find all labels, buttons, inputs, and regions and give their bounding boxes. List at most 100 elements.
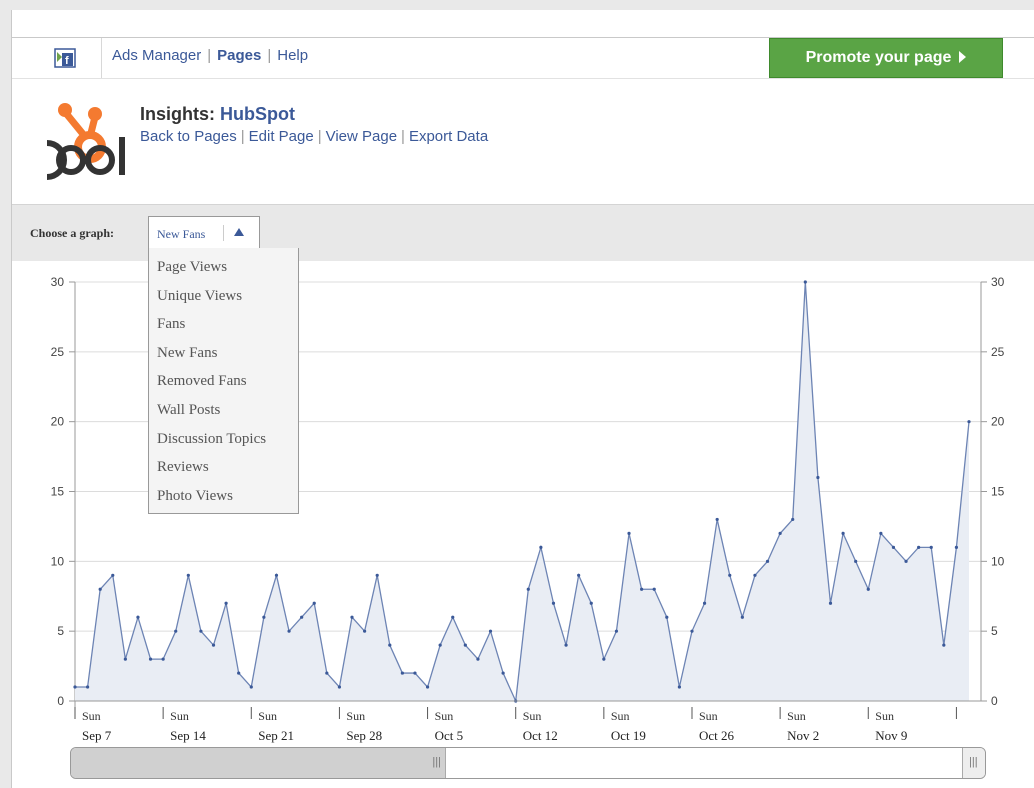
play-arrow-icon xyxy=(959,50,967,63)
data-point xyxy=(287,629,291,633)
graph-option[interactable]: Photo Views xyxy=(157,488,233,505)
date-range-scrollbar[interactable]: ||| ||| xyxy=(70,747,986,779)
data-point xyxy=(161,657,165,661)
triangle-up-icon[interactable] xyxy=(234,228,244,236)
graph-option[interactable]: Wall Posts xyxy=(157,402,220,419)
x-tick-day: Sun xyxy=(875,709,894,723)
graph-option[interactable]: Page Views xyxy=(157,259,227,276)
data-point xyxy=(753,573,757,577)
y-tick-label: 25 xyxy=(51,345,65,359)
y-tick-label-right: 15 xyxy=(991,485,1005,499)
data-point xyxy=(211,643,216,647)
data-point xyxy=(589,601,593,605)
data-point xyxy=(765,559,770,563)
data-point xyxy=(526,587,530,591)
data-point xyxy=(425,685,430,689)
data-point xyxy=(577,573,581,577)
data-point xyxy=(866,587,870,591)
data-point xyxy=(98,587,102,591)
data-point xyxy=(539,545,543,549)
data-point xyxy=(929,545,933,549)
data-point xyxy=(312,601,316,605)
page-logo[interactable] xyxy=(45,97,127,180)
data-point xyxy=(136,615,140,619)
nav-links: Ads Manager | Pages | Help xyxy=(112,47,309,64)
data-point xyxy=(702,601,707,605)
data-point xyxy=(413,671,417,675)
graph-dropdown-value: New Fans xyxy=(157,227,206,241)
y-tick-label-right: 0 xyxy=(991,694,998,708)
scroll-right-handle[interactable]: ||| xyxy=(962,748,985,778)
scroll-grip-icon[interactable]: ||| xyxy=(969,756,978,768)
data-point xyxy=(614,629,619,633)
data-point xyxy=(652,587,656,591)
data-point xyxy=(85,685,90,689)
y-tick-label: 20 xyxy=(51,415,65,429)
data-point xyxy=(551,601,556,605)
view-page-link[interactable]: View Page xyxy=(326,128,397,145)
x-tick-day: Sun xyxy=(611,709,630,723)
data-point xyxy=(186,573,190,577)
page-name-link[interactable]: HubSpot xyxy=(220,104,295,124)
insights-title: Insights: HubSpot xyxy=(140,104,295,125)
graph-option[interactable]: Discussion Topics xyxy=(157,431,266,448)
data-point xyxy=(715,517,719,522)
data-point xyxy=(501,671,505,675)
scroll-grip-icon[interactable]: ||| xyxy=(432,756,441,768)
x-tick-day: Sun xyxy=(435,709,454,723)
data-point xyxy=(463,643,467,647)
data-point xyxy=(148,657,153,661)
help-link[interactable]: Help xyxy=(277,47,308,64)
data-point xyxy=(954,545,959,549)
edit-page-link[interactable]: Edit Page xyxy=(249,128,314,145)
y-tick-label-right: 25 xyxy=(991,345,1005,359)
data-point xyxy=(224,601,228,605)
data-point xyxy=(967,420,971,424)
x-tick-date: Sep 21 xyxy=(258,728,294,743)
data-point xyxy=(677,685,681,689)
graph-option[interactable]: Removed Fans xyxy=(157,373,247,390)
data-point xyxy=(854,559,858,563)
data-point xyxy=(803,280,807,284)
data-point xyxy=(627,531,631,536)
graph-option[interactable]: Fans xyxy=(157,316,185,333)
data-point xyxy=(690,629,694,633)
data-point xyxy=(942,643,946,647)
data-point xyxy=(476,657,480,661)
ads-manager-link[interactable]: Ads Manager xyxy=(112,47,201,64)
window-top-strip xyxy=(0,0,1034,10)
x-tick-date: Nov 2 xyxy=(787,728,819,743)
data-point xyxy=(388,643,392,647)
data-point xyxy=(237,671,241,675)
y-tick-label: 15 xyxy=(51,485,65,499)
x-tick-date: Nov 9 xyxy=(875,728,907,743)
data-point xyxy=(841,531,845,536)
graph-option[interactable]: New Fans xyxy=(157,345,217,362)
y-tick-label-right: 10 xyxy=(991,554,1005,568)
y-tick-label-right: 20 xyxy=(991,415,1005,429)
data-point xyxy=(375,573,379,577)
back-to-pages-link[interactable]: Back to Pages xyxy=(140,128,237,145)
graph-option[interactable]: Unique Views xyxy=(157,288,242,305)
data-point xyxy=(791,517,795,522)
x-tick-day: Sun xyxy=(523,709,542,723)
graph-option[interactable]: Reviews xyxy=(157,459,209,476)
export-data-link[interactable]: Export Data xyxy=(409,128,488,145)
x-tick-day: Sun xyxy=(346,709,365,723)
nav-separator xyxy=(101,38,102,78)
promote-page-button[interactable]: Promote your page xyxy=(769,38,1003,78)
facebook-pages-icon[interactable]: f xyxy=(54,48,76,68)
pages-link[interactable]: Pages xyxy=(217,47,261,64)
data-point xyxy=(816,475,820,480)
graph-dropdown[interactable]: New Fans xyxy=(148,216,260,249)
data-point xyxy=(73,685,77,689)
y-tick-label: 0 xyxy=(57,694,64,708)
data-point xyxy=(828,601,833,605)
x-tick-date: Oct 26 xyxy=(699,728,735,743)
scrollbar-thumb[interactable]: ||| xyxy=(71,748,446,778)
x-tick-day: Sun xyxy=(699,709,718,723)
data-point xyxy=(274,573,279,577)
data-point xyxy=(350,615,354,619)
data-point xyxy=(438,643,442,647)
data-point xyxy=(174,629,178,633)
